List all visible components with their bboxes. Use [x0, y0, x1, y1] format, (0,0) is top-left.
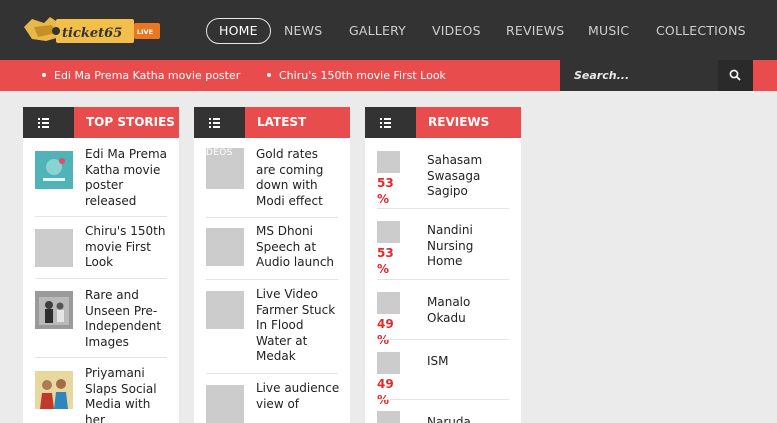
latest-panel: LATEST DEOS Gold rates are coming down w… [194, 107, 350, 423]
bullet-icon [42, 73, 46, 77]
review-title: ISM [427, 354, 449, 368]
divider [35, 278, 167, 279]
story-thumbnail: DEOS [206, 148, 244, 189]
story-title: MS Dhoni Speech at Audio launch [256, 224, 335, 269]
story-title: Live Video Farmer Stuck In Flood Water a… [256, 287, 336, 363]
review-title: Sahasam Swasaga Sagipo [427, 153, 483, 198]
review-title: Nandini Nursing Home [427, 223, 474, 268]
review-thumbnail [377, 292, 400, 314]
divider [206, 217, 338, 218]
panel-title: TOP STORIES [74, 107, 179, 138]
vintage-photo-image [35, 291, 73, 329]
story-title: Priyamani Slaps Social Media with her [85, 366, 157, 423]
nav-collections[interactable]: COLLECTIONS [656, 18, 746, 44]
thumbnail-label: DEOS [206, 148, 233, 158]
site-header: ticket65 LIVE HOME NEWS GALLERY VIDEOS R… [0, 0, 777, 60]
review-thumbnail [377, 221, 400, 243]
ticker-item[interactable]: Chiru's 150th movie First Look [267, 60, 446, 91]
panel-header: TOP STORIES [23, 107, 179, 138]
search-button[interactable] [718, 60, 753, 91]
nav-news[interactable]: NEWS [284, 18, 322, 44]
divider [377, 339, 509, 340]
list-icon [38, 118, 49, 128]
nav-videos[interactable]: VIDEOS [432, 18, 481, 44]
panel-icon-box [23, 107, 74, 138]
review-title: Manalo Okadu [427, 295, 471, 325]
nav-music[interactable]: MUSIC [588, 18, 629, 44]
divider [206, 279, 338, 280]
story-thumbnail [206, 291, 244, 329]
nav-gallery[interactable]: GALLERY [349, 18, 406, 44]
review-rating: 49 % [377, 377, 394, 407]
review-rating: 53 % [377, 246, 394, 276]
celebrity-photo-image [35, 371, 73, 409]
story-thumbnail [35, 151, 73, 189]
panel-header: LATEST [194, 107, 350, 138]
search-box [558, 60, 718, 91]
divider [35, 216, 167, 217]
story-title: Edi Ma Prema Katha movie poster released [85, 147, 167, 208]
search-icon [729, 69, 741, 81]
divider [377, 279, 509, 280]
review-thumbnail [377, 352, 400, 374]
nav-reviews[interactable]: REVIEWS [506, 18, 564, 44]
story-thumbnail [206, 385, 244, 423]
review-thumbnail [377, 411, 400, 423]
site-logo[interactable]: ticket65 LIVE [22, 13, 164, 47]
story-thumbnail [35, 371, 73, 409]
movie-poster-image [35, 151, 73, 189]
ticker-item-label: Chiru's 150th movie First Look [279, 69, 446, 82]
divider [35, 357, 167, 358]
story-title: Rare and Unseen Pre-Independent Images [85, 288, 162, 349]
story-title: Chiru's 150th movie First Look [85, 224, 166, 269]
panel-header: REVIEWS [365, 107, 521, 138]
panel-icon-box [365, 107, 416, 138]
list-icon [209, 118, 220, 128]
svg-text:ticket65: ticket65 [62, 26, 122, 41]
ticker-item-label: Edi Ma Prema Katha movie poster [54, 69, 241, 82]
top-stories-panel: TOP STORIES Edi Ma Prema Katha movie pos… [23, 107, 179, 423]
panel-title: REVIEWS [416, 107, 521, 138]
search-input[interactable] [560, 60, 718, 91]
divider [377, 208, 509, 209]
divider [377, 399, 509, 400]
nav-home[interactable]: HOME [206, 18, 271, 44]
list-icon [380, 118, 391, 128]
svg-text:LIVE: LIVE [137, 28, 153, 36]
review-thumbnail [377, 151, 400, 173]
ticket-logo-icon: ticket65 LIVE [24, 17, 160, 43]
review-rating: 53 % [377, 176, 394, 206]
divider [206, 373, 338, 374]
ticker-item[interactable]: Edi Ma Prema Katha movie poster [42, 60, 240, 91]
panel-icon-box [194, 107, 245, 138]
story-thumbnail [35, 229, 73, 267]
story-title: Gold rates are coming down with Modi eff… [256, 147, 324, 208]
review-title: Naruda [427, 415, 471, 423]
story-title: Live audience view of [256, 381, 340, 411]
story-thumbnail [35, 291, 73, 329]
reviews-panel: REVIEWS 53 % Sahasam Swasaga Sagipo 53 %… [365, 107, 521, 423]
story-thumbnail [206, 228, 244, 266]
review-rating: 49 % [377, 317, 394, 347]
bullet-icon [267, 73, 271, 77]
panel-title: LATEST [245, 107, 350, 138]
